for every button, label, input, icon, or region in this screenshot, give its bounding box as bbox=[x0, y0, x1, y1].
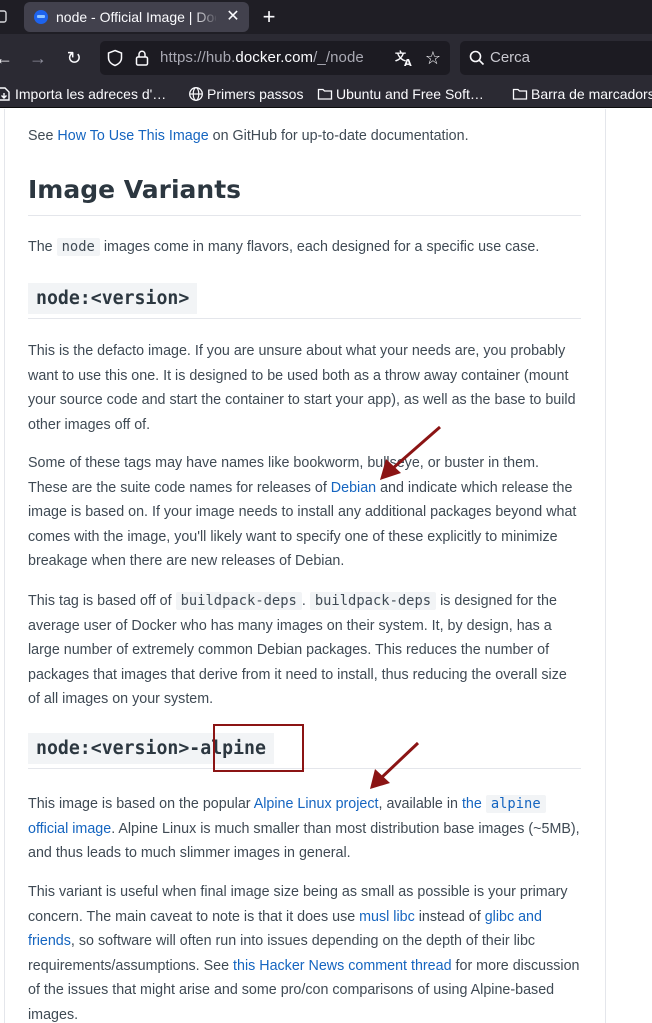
image-variants-heading: Image Variants bbox=[28, 175, 242, 204]
heading-divider bbox=[28, 318, 581, 319]
variant-heading-version: node:<version> bbox=[28, 283, 198, 314]
previous-tab-edge[interactable] bbox=[0, 9, 10, 25]
annotation-highlight-box bbox=[213, 724, 304, 772]
tab-bar: node - Official Image | Docker Hub ✕ + bbox=[0, 0, 652, 34]
defacto-paragraph: This is the defacto image. If you are un… bbox=[28, 343, 576, 433]
annotation-arrow-icon bbox=[370, 741, 420, 789]
web-page: See How To Use This Image on GitHub for … bbox=[0, 109, 652, 1023]
bookmarks-toolbar: Importa les adreces d'… Primers passos U… bbox=[0, 82, 652, 108]
hacker-news-link[interactable]: this Hacker News comment thread bbox=[233, 958, 452, 974]
heading-divider bbox=[28, 768, 581, 769]
globe-icon bbox=[189, 87, 203, 101]
annotation-arrow-icon bbox=[380, 425, 441, 480]
search-icon bbox=[469, 50, 485, 66]
shield-icon[interactable] bbox=[106, 49, 124, 67]
folder-icon bbox=[512, 88, 528, 100]
musl-libc-link[interactable]: musl libc bbox=[359, 909, 415, 925]
bookmark-star-icon[interactable]: ☆ bbox=[422, 47, 444, 69]
heading-divider bbox=[28, 215, 581, 216]
lock-icon[interactable] bbox=[133, 49, 151, 67]
folder-icon bbox=[317, 88, 333, 100]
search-bar[interactable]: Cerca bbox=[460, 41, 652, 75]
alpine-paragraph: This image is based on the popular Alpin… bbox=[28, 795, 580, 862]
url-text[interactable]: https://hub.docker.com/_/node bbox=[160, 49, 364, 66]
debian-paragraph: Some of these tags may have names like b… bbox=[28, 455, 577, 570]
tab-node-docker[interactable]: node - Official Image | Docker Hub ✕ bbox=[24, 2, 249, 32]
bookmark-primers-passos[interactable]: Primers passos bbox=[188, 84, 303, 106]
bookmark-import[interactable]: Importa les adreces d'… bbox=[0, 84, 166, 106]
bookmark-folder-ubuntu[interactable]: Ubuntu and Free Soft… bbox=[317, 84, 484, 106]
tab-overflow-icon bbox=[0, 10, 7, 23]
new-tab-button[interactable]: + bbox=[257, 4, 281, 30]
musl-paragraph: This variant is useful when final image … bbox=[28, 884, 580, 1023]
how-to-use-link[interactable]: How To Use This Image bbox=[57, 128, 208, 144]
back-button[interactable]: ← bbox=[0, 46, 16, 70]
reload-button[interactable]: ↻ bbox=[62, 46, 86, 70]
tab-title: node - Official Image | Docker Hub bbox=[56, 9, 216, 25]
see-docs-paragraph: See How To Use This Image on GitHub for … bbox=[28, 128, 469, 144]
navigation-toolbar: ← → ↻ https://hub.docker.com/_/node 文A ☆… bbox=[0, 34, 652, 82]
code-node: node bbox=[56, 238, 100, 256]
forward-button[interactable]: → bbox=[26, 46, 50, 70]
bookmark-folder-barra[interactable]: Barra de marcadors bbox=[512, 84, 652, 106]
address-bar[interactable]: https://hub.docker.com/_/node 文A ☆ bbox=[100, 41, 450, 75]
code-buildpack-deps: buildpack-deps bbox=[309, 592, 437, 610]
import-icon bbox=[0, 87, 10, 101]
svg-text:A: A bbox=[404, 58, 412, 68]
docker-favicon-icon bbox=[34, 10, 48, 24]
variants-intro: The node images come in many flavors, ea… bbox=[28, 238, 540, 256]
code-buildpack-deps: buildpack-deps bbox=[175, 592, 302, 610]
search-placeholder: Cerca bbox=[490, 49, 531, 66]
buildpack-paragraph: This tag is based off of buildpack-deps.… bbox=[28, 592, 567, 708]
tab-close-icon[interactable]: ✕ bbox=[224, 7, 242, 27]
translate-icon[interactable]: 文A bbox=[394, 48, 414, 69]
alpine-linux-project-link[interactable]: Alpine Linux project bbox=[254, 796, 379, 812]
